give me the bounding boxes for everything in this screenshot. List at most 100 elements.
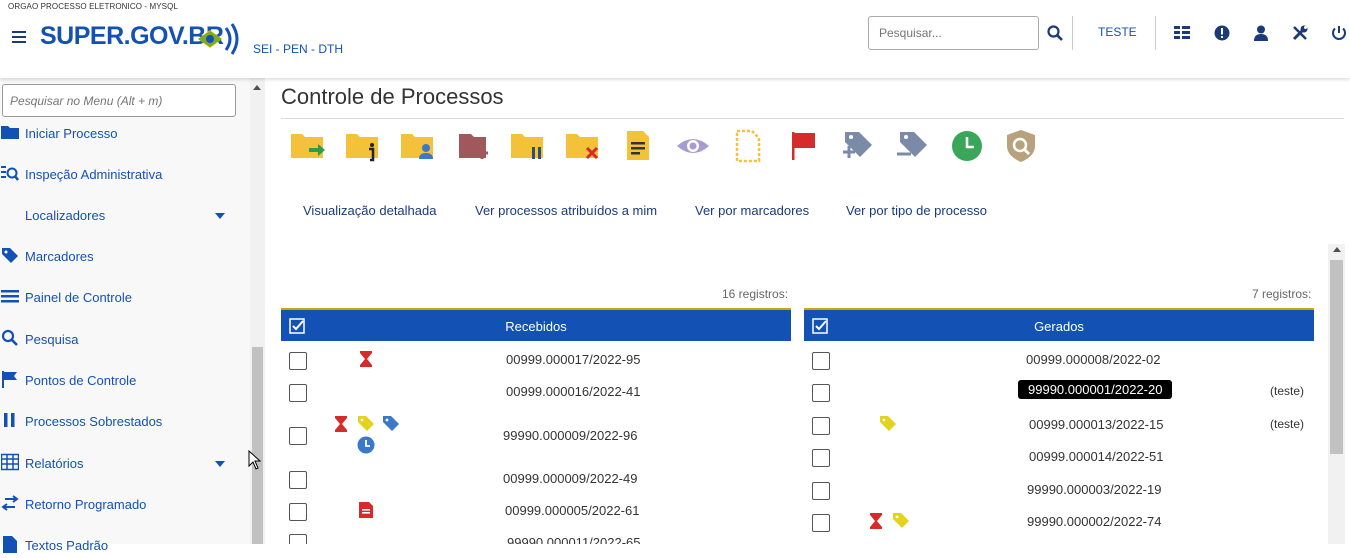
tag-add-icon[interactable] — [839, 128, 877, 164]
process-link[interactable]: 99990.000011/2022-65 — [507, 535, 641, 544]
search-icon — [1, 329, 18, 346]
process-note: (teste) — [1270, 417, 1305, 431]
tag-remove-icon[interactable] — [894, 128, 932, 164]
blue-tag-icon[interactable] — [382, 414, 400, 432]
table-row: 99990.000003/2022-19 — [804, 473, 1314, 506]
folder-icon — [1, 126, 19, 139]
menu-search-input[interactable] — [2, 84, 236, 117]
search-icon[interactable] — [1046, 24, 1064, 42]
flag-icon[interactable] — [784, 128, 822, 164]
sidebar-item-marcadores[interactable]: Marcadores — [0, 245, 240, 269]
sidebar-item-retorno[interactable]: Retorno Programado — [0, 493, 240, 517]
row-checkbox[interactable] — [289, 503, 307, 521]
folder-pause-icon[interactable] — [509, 128, 547, 164]
row-checkbox[interactable] — [812, 384, 830, 402]
sidebar-item-pesquisa[interactable]: Pesquisa — [0, 328, 240, 352]
sidebar-item-label: Inspeção Administrativa — [25, 167, 163, 182]
scroll-up-arrow-icon[interactable] — [253, 85, 261, 90]
org-name: ORGAO PROCESSO ELETRONICO - MYSQL — [8, 2, 178, 11]
yellow-tag-icon[interactable] — [357, 414, 375, 432]
link-atribuidos-a-mim[interactable]: Ver processos atribuídos a mim — [475, 203, 657, 218]
content-scrollbar-thumb[interactable] — [1330, 260, 1343, 454]
link-por-tipo-processo[interactable]: Ver por tipo de processo — [846, 203, 987, 218]
sidebar-item-label: Marcadores — [25, 249, 94, 264]
sidebar-item-relatorios[interactable]: Relatórios — [0, 452, 240, 476]
hourglass-icon[interactable] — [332, 415, 350, 433]
folder-user-icon[interactable] — [399, 128, 437, 164]
folder-remove-icon[interactable] — [564, 128, 602, 164]
sidebar-item-localizadores[interactable]: Localizadores — [0, 204, 240, 228]
row-checkbox[interactable] — [812, 417, 830, 435]
table-row: 99990.000001/2022-20 (teste) — [804, 375, 1314, 408]
clock-icon[interactable] — [357, 436, 375, 454]
dashed-document-icon[interactable] — [729, 128, 767, 164]
red-document-icon[interactable] — [357, 501, 375, 519]
sidebar-item-iniciar-processo[interactable]: Iniciar Processo — [0, 122, 240, 146]
process-link[interactable]: 00999.000016/2022-41 — [506, 384, 640, 399]
process-link[interactable]: 00999.000013/2022-15 — [1029, 417, 1163, 432]
process-link[interactable]: 00999.000008/2022-02 — [1026, 352, 1160, 367]
row-checkbox[interactable] — [812, 449, 830, 467]
process-link[interactable]: 00999.000014/2022-51 — [1029, 449, 1163, 464]
document-icon — [3, 536, 17, 553]
sidebar-item-pontos-controle[interactable]: Pontos de Controle — [0, 369, 240, 393]
unit-selector[interactable]: TESTE — [1098, 25, 1137, 39]
page-title: Controle de Processos — [281, 84, 504, 109]
sidebar-item-sobrestados[interactable]: Processos Sobrestados — [0, 410, 240, 434]
mouse-cursor-icon — [248, 450, 262, 470]
link-visualizacao-detalhada[interactable]: Visualização detalhada — [303, 203, 436, 218]
process-link[interactable]: 99990.000001/2022-20 — [1018, 380, 1173, 399]
folder-forward-icon[interactable] — [289, 128, 327, 164]
process-link[interactable]: 99990.000003/2022-19 — [1027, 482, 1161, 497]
control-panel-icon[interactable] — [1173, 24, 1191, 42]
sidebar-item-label: Painel de Controle — [25, 290, 132, 305]
row-checkbox[interactable] — [812, 352, 830, 370]
search-badge-icon[interactable] — [1004, 128, 1042, 164]
yellow-tag-icon[interactable] — [892, 511, 910, 529]
row-checkbox[interactable] — [289, 427, 307, 445]
inspection-icon — [1, 166, 19, 181]
user-icon[interactable] — [1252, 24, 1270, 42]
sidebar-scrollbar-thumb[interactable] — [252, 347, 263, 544]
scroll-up-arrow-icon[interactable] — [1333, 247, 1341, 252]
row-checkbox[interactable] — [289, 534, 307, 544]
process-link[interactable]: 00999.000017/2022-95 — [506, 352, 640, 367]
folder-info-icon[interactable] — [344, 128, 382, 164]
table-row: 99990.000002/2022-74 — [804, 505, 1314, 538]
row-checkbox[interactable] — [812, 482, 830, 500]
tag-icon — [2, 248, 18, 263]
eye-icon[interactable] — [674, 128, 712, 164]
sidebar-item-label: Iniciar Processo — [25, 126, 118, 141]
sidebar-item-textos-padrao[interactable]: Textos Padrão — [0, 534, 240, 558]
row-checkbox[interactable] — [812, 514, 830, 532]
chevron-down-icon[interactable] — [215, 213, 225, 219]
hourglass-icon[interactable] — [867, 512, 885, 530]
clock-icon[interactable] — [949, 128, 987, 164]
hamburger-menu-icon[interactable] — [12, 31, 26, 43]
sidebar-item-label: Pesquisa — [25, 332, 79, 347]
row-checkbox[interactable] — [289, 471, 307, 489]
row-checkbox[interactable] — [289, 352, 307, 370]
hourglass-icon[interactable] — [357, 350, 375, 368]
sidebar-item-inspecao[interactable]: Inspeção Administrativa — [0, 163, 240, 187]
chevron-down-icon[interactable] — [215, 461, 225, 467]
yellow-tag-icon[interactable] — [879, 414, 897, 432]
link-por-marcadores[interactable]: Ver por marcadores — [695, 203, 809, 218]
folder-plus-icon[interactable] — [454, 128, 492, 164]
table-row: 00999.000009/2022-49 — [281, 462, 791, 495]
row-checkbox[interactable] — [289, 384, 307, 402]
process-link[interactable]: 00999.000009/2022-49 — [503, 471, 637, 486]
tools-icon[interactable] — [1291, 24, 1309, 42]
sidebar-item-label: Localizadores — [25, 208, 106, 223]
process-link[interactable]: 99990.000009/2022-96 — [503, 428, 637, 443]
sidebar-item-painel[interactable]: Painel de Controle — [0, 286, 240, 310]
gerados-count: 7 registros: — [1252, 287, 1312, 301]
alert-icon[interactable] — [1213, 24, 1231, 42]
global-search-input[interactable] — [868, 16, 1039, 50]
note-icon[interactable] — [619, 128, 657, 164]
power-icon[interactable] — [1330, 24, 1348, 42]
table-row: 00999.000016/2022-41 — [281, 375, 791, 408]
process-link[interactable]: 00999.000005/2022-61 — [505, 503, 639, 518]
sidebar-item-label: Textos Padrão — [25, 538, 109, 553]
process-link[interactable]: 99990.000002/2022-74 — [1027, 514, 1161, 529]
